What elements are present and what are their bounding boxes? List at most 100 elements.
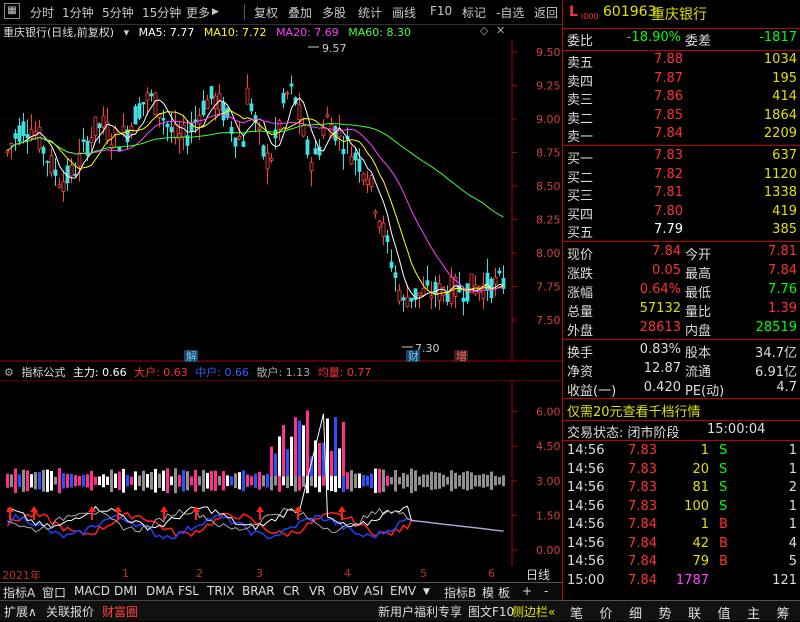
tab-macd[interactable]: MACD	[74, 584, 110, 598]
tab-main[interactable]: 主	[747, 603, 760, 622]
chevron-down-icon[interactable]: ▼	[423, 587, 430, 597]
indicator-bar	[190, 476, 193, 486]
chevron-down-icon[interactable]: ▾	[124, 26, 130, 39]
mark-button[interactable]: 标记	[462, 4, 486, 21]
related-quote-button[interactable]: 关联报价	[46, 603, 94, 620]
tab-1min[interactable]: 1分钟	[62, 4, 94, 21]
draw-line-button[interactable]: 画线	[392, 4, 416, 21]
tab-15min[interactable]: 15分钟	[142, 4, 181, 21]
kline-chart[interactable]: 9.50 9.25 9.00 8.75 8.50 8.25 8.00 7.75 7.50 9.5…	[0, 40, 562, 363]
tab-vr[interactable]: VR	[309, 584, 326, 598]
trade-time: 15:00:04	[707, 422, 766, 437]
ask-volume: 195	[772, 70, 797, 86]
add-button[interactable]: +	[522, 584, 532, 598]
multi-stock-button[interactable]: 多股	[322, 4, 346, 21]
tab-template[interactable]: 模	[482, 584, 494, 601]
candle-body	[153, 92, 158, 115]
ask-price[interactable]: 7.85	[623, 108, 683, 123]
tab-dma[interactable]: DMA	[146, 584, 174, 598]
marker-financial[interactable]: 财	[408, 349, 419, 363]
candle-body	[45, 161, 50, 163]
f10-button[interactable]: F10	[430, 4, 452, 18]
candle-body	[357, 158, 362, 172]
back-button[interactable]: 返回	[534, 4, 558, 21]
tab-board[interactable]: 板	[498, 584, 510, 601]
candle-body	[241, 141, 246, 147]
expand-button[interactable]: 扩展∧	[4, 603, 37, 620]
candle-body	[269, 158, 274, 161]
tick-row: 15:00 7.84 1787 121	[563, 573, 800, 592]
period-label[interactable]: 日线	[526, 566, 550, 583]
candle-body	[9, 143, 14, 146]
indicator-bar	[374, 468, 377, 493]
tab-intraday[interactable]: 分时	[30, 4, 54, 21]
tab-asi[interactable]: ASI	[364, 584, 383, 598]
stock-name: 重庆银行	[651, 7, 707, 23]
remove-watchlist-button[interactable]: -自选	[496, 4, 524, 21]
indicator-chart[interactable]: 6.00 4.50 3.00 1.50 0.00	[0, 379, 562, 566]
remove-button[interactable]: -	[544, 584, 548, 598]
indicator-name: 指标公式	[21, 366, 66, 379]
indicator-legend: ⚙ 指标公式 主力: 0.66 大户: 0.63 中户: 0.66 散户: 1.…	[0, 364, 520, 380]
fuquan-button[interactable]: 复权	[254, 4, 278, 21]
new-user-promo[interactable]: 新用户福利专享	[378, 603, 462, 620]
tab-price[interactable]: 价	[600, 603, 613, 622]
tab-trend[interactable]: 势	[659, 603, 672, 622]
gear-icon[interactable]: ⚙	[4, 366, 14, 379]
bid-price[interactable]: 7.79	[623, 222, 683, 237]
trade-status-row: 交易状态: 闭市阶段 15:00:04	[563, 422, 800, 441]
f10-graphic-button[interactable]: 图文F10	[468, 603, 514, 620]
ask-price[interactable]: 7.87	[623, 71, 683, 86]
tab-ticks[interactable]: 笔	[570, 603, 583, 622]
candle-body	[5, 150, 10, 154]
indicator-bar	[182, 470, 185, 492]
tab-detail[interactable]: 细	[629, 603, 642, 622]
tab-indicator-b[interactable]: 指标B	[444, 584, 476, 601]
bid-price[interactable]: 7.80	[623, 204, 683, 219]
indicator-bar	[174, 468, 177, 494]
diamond-icon[interactable]: ◇	[480, 24, 488, 37]
ask-price[interactable]: 7.86	[623, 89, 683, 104]
tab-window[interactable]: 窗口	[42, 584, 66, 601]
ask-price[interactable]: 7.88	[623, 52, 683, 67]
tab-chips[interactable]: 筹	[777, 603, 790, 622]
more-dropdown[interactable]: 更多	[186, 4, 210, 21]
tab-fsl[interactable]: FSL	[178, 584, 199, 598]
tick-price: 7.84	[628, 572, 657, 588]
overlay-button[interactable]: 叠加	[288, 4, 312, 21]
indicator-bar	[38, 472, 41, 490]
candle-body	[305, 139, 310, 155]
tab-cr[interactable]: CR	[283, 584, 300, 598]
marker-increase[interactable]: 增	[456, 349, 467, 363]
candle-body	[301, 124, 306, 137]
bid-price[interactable]: 7.83	[623, 148, 683, 163]
bid-price[interactable]: 7.81	[623, 185, 683, 200]
bid-price[interactable]: 7.82	[623, 167, 683, 182]
tick-count: 1	[788, 517, 797, 532]
wealth-circle-button[interactable]: 财富圈	[102, 603, 138, 620]
tab-value[interactable]: 值	[718, 603, 731, 622]
tick-volume: 42	[692, 535, 709, 551]
tab-brar[interactable]: BRAR	[242, 584, 275, 598]
indicator-bar	[110, 469, 113, 492]
ask-price[interactable]: 7.84	[623, 126, 683, 141]
promo-text[interactable]: 仅需20元查看千档行情	[567, 401, 701, 420]
tab-trix[interactable]: TRIX	[207, 584, 234, 598]
indicator-bar	[386, 475, 389, 486]
tab-indicator-a[interactable]: 指标A	[3, 584, 35, 601]
close-icon[interactable]: ✕	[496, 24, 505, 37]
candle-body	[81, 139, 86, 142]
tab-5min[interactable]: 5分钟	[102, 4, 134, 21]
promo-row[interactable]: 仅需20元查看千档行情	[563, 401, 800, 420]
stats-button[interactable]: 统计	[358, 4, 382, 21]
tab-dmi[interactable]: DMI	[114, 584, 137, 598]
candle-body	[249, 103, 254, 112]
tab-related[interactable]: 联	[688, 603, 701, 622]
menu-icon[interactable]: ▦	[4, 3, 20, 19]
candle-body	[409, 297, 414, 302]
sidebar-toggle[interactable]: 侧边栏«	[512, 603, 555, 620]
tab-obv[interactable]: OBV	[333, 584, 359, 598]
marker-unlock[interactable]: 解	[186, 349, 197, 363]
tab-emv[interactable]: EMV	[390, 584, 416, 598]
indicator-bar	[90, 470, 93, 491]
